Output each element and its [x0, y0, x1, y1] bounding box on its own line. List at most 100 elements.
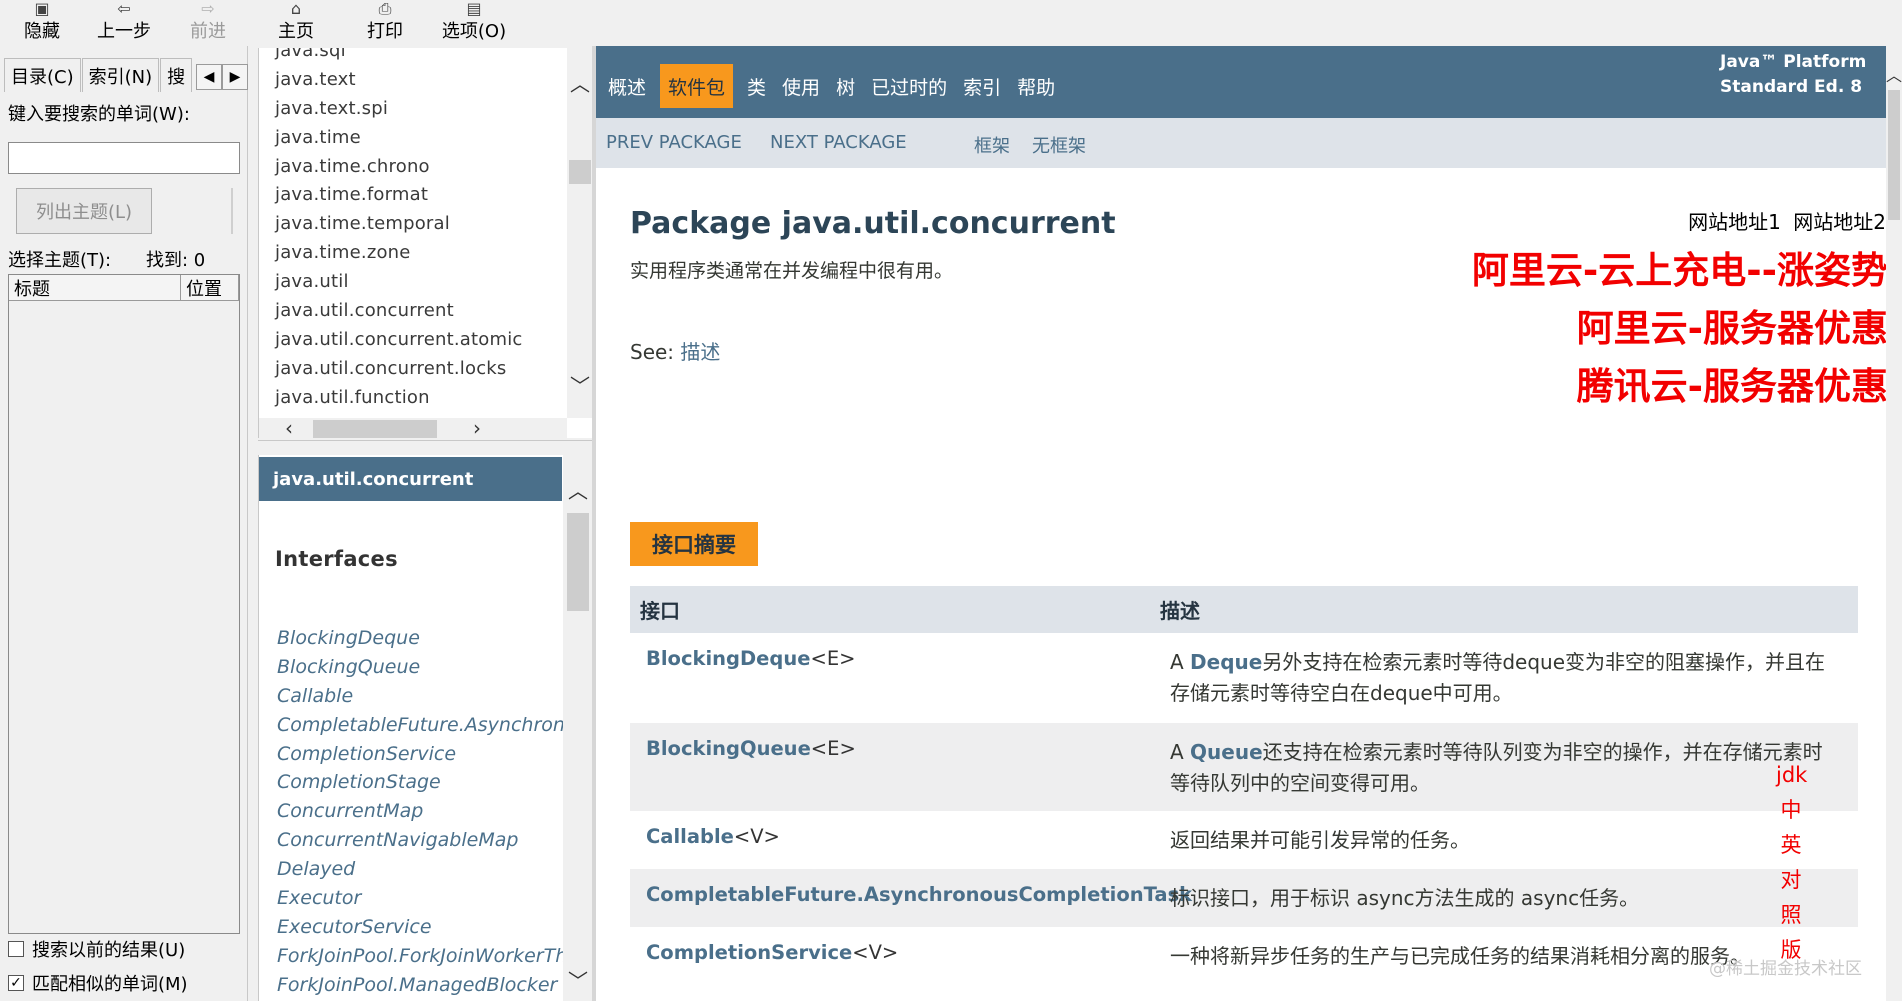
tab-search[interactable]: 搜: [160, 58, 193, 92]
interface-link[interactable]: BlockingDeque: [646, 647, 810, 670]
site-link-1[interactable]: 网站地址1: [1688, 210, 1781, 234]
home-button[interactable]: ⌂ 主页: [248, 0, 344, 46]
package-link[interactable]: java.text: [275, 69, 523, 98]
package-link[interactable]: java.time.temporal: [275, 213, 523, 242]
interface-link[interactable]: CompletableFuture.AsynchronousCompletion…: [277, 714, 592, 743]
ad-link-aliyun-charge[interactable]: 阿里云-云上充电--涨姿势: [1472, 240, 1888, 294]
scroll-right-icon[interactable]: ›: [465, 416, 489, 438]
package-list-frame: java.sql java.text java.text.spi java.ti…: [258, 48, 592, 438]
interface-summary-tag: 接口摘要: [630, 522, 758, 566]
tab-scroll-left-icon[interactable]: ◀: [196, 64, 222, 90]
interface-link[interactable]: ConcurrentNavigableMap: [277, 829, 592, 858]
forward-button[interactable]: ⇨ 前进: [168, 1, 248, 46]
class-frame-header[interactable]: java.util.concurrent: [259, 457, 562, 501]
interface-link[interactable]: CompletionService: [277, 743, 592, 772]
print-button[interactable]: ⎙ 打印: [344, 0, 426, 46]
hide-button[interactable]: ▣ 隐藏: [4, 1, 80, 46]
nav-use[interactable]: 使用: [774, 64, 828, 108]
nav-tree[interactable]: 树: [828, 64, 863, 108]
site-link-2[interactable]: 网站地址2: [1793, 210, 1886, 234]
results-header: 标题 位置: [9, 275, 239, 301]
watermark: @稀土掘金技术社区: [1709, 959, 1862, 979]
interface-link[interactable]: BlockingQueue: [277, 656, 592, 685]
interface-link[interactable]: ConcurrentMap: [277, 800, 592, 829]
package-link[interactable]: java.util.concurrent.atomic: [275, 329, 523, 358]
package-link[interactable]: java.util.concurrent.locks: [275, 358, 523, 387]
package-link[interactable]: java.util: [275, 271, 523, 300]
scroll-down-icon[interactable]: ﹀: [568, 370, 592, 399]
package-link[interactable]: java.time.chrono: [275, 156, 523, 185]
nav-overview[interactable]: 概述: [600, 64, 654, 108]
package-link[interactable]: java.text.spi: [275, 98, 523, 127]
printer-icon: ⎙: [378, 0, 392, 18]
tab-contents[interactable]: 目录(C): [4, 58, 81, 92]
column-description: 描述: [1160, 599, 1200, 623]
frames-link[interactable]: 框架: [974, 132, 1010, 158]
interface-link[interactable]: CompletableFuture.AsynchronousCompletion…: [646, 883, 1192, 906]
package-link[interactable]: java.time.zone: [275, 242, 523, 271]
code-link[interactable]: Queue: [1190, 740, 1263, 764]
tab-index[interactable]: 索引(N): [81, 58, 160, 92]
package-link[interactable]: java.time.format: [275, 184, 523, 213]
scroll-up-icon[interactable]: ︿: [566, 475, 590, 504]
help-navigation-pane: 目录(C) 索引(N) 搜 ◀ ▶ 键入要搜索的单词(W): 列出主题(L) 选…: [0, 46, 248, 1001]
package-link[interactable]: java.time: [275, 127, 523, 156]
prev-package-link[interactable]: PREV PACKAGE: [606, 132, 742, 153]
interface-link[interactable]: ForkJoinPool.ForkJoinWorkerThreadFactory: [277, 945, 592, 974]
interface-link[interactable]: Executor: [277, 887, 592, 916]
options-button[interactable]: ▤ 选项(O): [426, 1, 522, 46]
interface-link[interactable]: CompletionService: [646, 941, 852, 964]
code-link[interactable]: Deque: [1190, 650, 1262, 674]
scroll-thumb[interactable]: [569, 160, 591, 184]
top-navigation-bar: 概述 软件包 类 使用 树 已过时的 索引 帮助 Java™ Platform …: [596, 46, 1886, 118]
tab-scroll-right-icon[interactable]: ▶: [222, 64, 248, 90]
toolbar: ▣ 隐藏 ⇦ 上一步 ⇨ 前进 ⌂ 主页 ⎙ 打印 ▤ 选项(O): [0, 0, 1902, 46]
site-links: 网站地址1 网站地址2: [1682, 206, 1886, 235]
nav-help[interactable]: 帮助: [1009, 64, 1063, 108]
package-list-horizontal-scrollbar[interactable]: ‹ ›: [259, 416, 567, 438]
interface-link[interactable]: CompletionStage: [277, 771, 592, 800]
home-icon: ⌂: [290, 0, 302, 18]
nav-index[interactable]: 索引: [955, 64, 1009, 108]
horizontal-scroll-thumb[interactable]: [313, 420, 437, 438]
class-list-vertical-scrollbar[interactable]: ︿ ﹀: [563, 455, 592, 1001]
package-link[interactable]: java.sql: [275, 48, 523, 69]
scroll-left-icon[interactable]: ‹: [277, 416, 301, 438]
ad-link-aliyun-server[interactable]: 阿里云-服务器优惠: [1577, 298, 1888, 352]
scroll-down-icon[interactable]: ﹀: [566, 965, 590, 994]
column-location[interactable]: 位置: [181, 275, 239, 300]
package-list-vertical-scrollbar[interactable]: ︿ ﹀: [567, 48, 592, 418]
content-vertical-scrollbar[interactable]: ︿: [1886, 46, 1902, 1001]
next-package-link[interactable]: NEXT PACKAGE: [770, 132, 907, 153]
interface-link[interactable]: BlockingDeque: [277, 627, 592, 656]
nav-class[interactable]: 类: [739, 64, 774, 108]
package-link[interactable]: java.util.function: [275, 387, 523, 416]
tab-scroll-arrows: ◀ ▶: [196, 64, 248, 90]
interface-link[interactable]: Callable: [277, 685, 592, 714]
package-link[interactable]: java.util.concurrent: [275, 300, 523, 329]
search-input[interactable]: [8, 142, 240, 174]
scroll-thumb[interactable]: [567, 513, 589, 611]
interface-link[interactable]: ExecutorService: [277, 916, 592, 945]
description-link[interactable]: 描述: [680, 340, 720, 364]
results-list[interactable]: 标题 位置: [8, 274, 240, 934]
nav-package[interactable]: 软件包: [660, 64, 734, 108]
scroll-up-icon[interactable]: ︿: [1882, 62, 1902, 86]
no-frames-link[interactable]: 无框架: [1032, 132, 1086, 158]
back-button[interactable]: ⇦ 上一步: [80, 1, 168, 46]
list-topics-button[interactable]: 列出主题(L): [16, 188, 152, 234]
search-previous-checkbox[interactable]: [8, 941, 24, 957]
match-similar-row[interactable]: ✓ 匹配相似的单词(M): [8, 970, 188, 996]
nav-deprecated[interactable]: 已过时的: [863, 64, 955, 108]
scroll-up-icon[interactable]: ︿: [568, 68, 592, 97]
interface-link[interactable]: BlockingQueue: [646, 737, 811, 760]
column-title[interactable]: 标题: [9, 275, 181, 300]
interface-link[interactable]: Delayed: [277, 858, 592, 887]
frame-divider[interactable]: [258, 440, 592, 454]
match-similar-checkbox[interactable]: ✓: [8, 975, 24, 991]
scroll-thumb[interactable]: [1888, 90, 1900, 220]
interface-link[interactable]: ForkJoinPool.ManagedBlocker: [277, 974, 592, 1001]
interface-link[interactable]: Callable: [646, 825, 734, 848]
search-previous-row[interactable]: 搜索以前的结果(U): [8, 936, 185, 962]
ad-link-tencent-server[interactable]: 腾讯云-服务器优惠: [1577, 356, 1888, 410]
